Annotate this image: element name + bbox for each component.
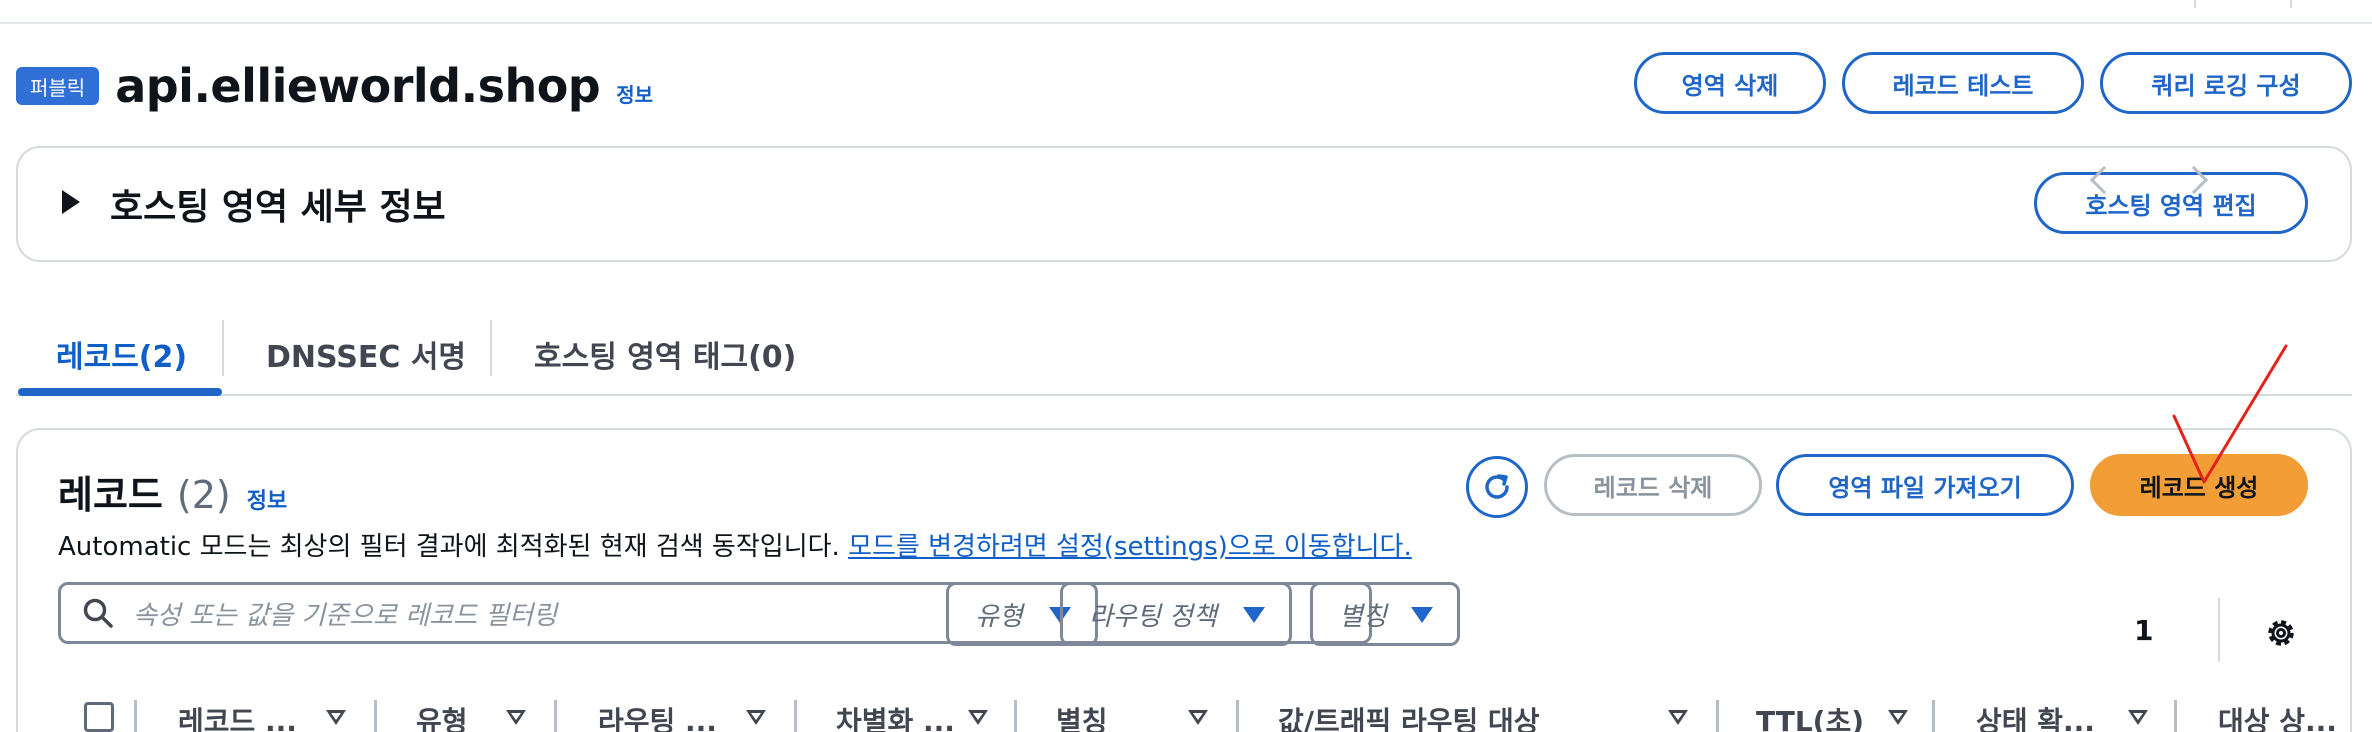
column-header-health-check[interactable]: 상태 확... bbox=[1976, 700, 2095, 732]
column-header-record-name[interactable]: 레코드 ... bbox=[178, 700, 297, 732]
column-header-evaluate-target[interactable]: 대상 상... bbox=[2218, 700, 2337, 732]
edit-hosted-zone-button[interactable]: 호스팅 영역 편집 bbox=[2034, 172, 2308, 234]
column-separator bbox=[2174, 700, 2177, 732]
refresh-button[interactable] bbox=[1466, 456, 1528, 518]
routing-policy-filter-select[interactable]: 라우팅 정책 bbox=[1060, 582, 1292, 646]
settings-link[interactable]: 모드를 변경하려면 설정(settings)으로 이동합니다. bbox=[848, 532, 1412, 562]
info-link[interactable]: 정보 bbox=[616, 79, 653, 108]
column-header-type[interactable]: 유형 bbox=[416, 700, 468, 732]
column-separator bbox=[1014, 700, 1017, 732]
column-separator bbox=[374, 700, 377, 732]
alias-filter-label: 별칭 bbox=[1339, 601, 1387, 632]
records-title: 레코드 bbox=[58, 473, 163, 517]
sort-icon[interactable] bbox=[506, 710, 526, 725]
column-separator bbox=[1236, 700, 1239, 732]
column-header-ttl[interactable]: TTL(초) bbox=[1756, 700, 1864, 732]
page-title: api.ellieworld.shop bbox=[115, 59, 601, 113]
records-count: (2) bbox=[176, 473, 231, 517]
column-separator bbox=[794, 700, 797, 732]
sort-icon[interactable] bbox=[1888, 710, 1908, 725]
dropdown-icon bbox=[1243, 607, 1265, 623]
hosted-zone-details-panel: 호스팅 영역 세부 정보 bbox=[16, 146, 2352, 262]
settings-gear-icon[interactable] bbox=[2262, 614, 2300, 652]
details-panel-title[interactable]: 호스팅 영역 세부 정보 bbox=[110, 178, 446, 230]
column-header-alias[interactable]: 별칭 bbox=[1056, 700, 1108, 732]
search-mode-text: Automatic 모드는 최상의 필터 결과에 최적화된 현재 검색 동작입니… bbox=[58, 532, 840, 562]
column-separator bbox=[134, 700, 137, 732]
page-number[interactable]: 1 bbox=[2134, 614, 2153, 647]
routing-policy-filter-label: 라우팅 정책 bbox=[1089, 601, 1217, 632]
sort-icon[interactable] bbox=[746, 710, 766, 725]
tab-separator bbox=[490, 320, 492, 376]
delete-zone-button[interactable]: 영역 삭제 bbox=[1634, 52, 1826, 114]
alias-filter-select[interactable]: 별칭 bbox=[1310, 582, 1460, 646]
sort-icon[interactable] bbox=[2128, 710, 2148, 725]
sort-icon[interactable] bbox=[1668, 710, 1688, 725]
sort-icon[interactable] bbox=[968, 710, 988, 725]
tab-dnssec[interactable]: DNSSEC 서명 bbox=[266, 328, 466, 380]
delete-record-button[interactable]: 레코드 삭제 bbox=[1544, 454, 1762, 516]
sort-icon[interactable] bbox=[1188, 710, 1208, 725]
tab-separator bbox=[222, 320, 224, 376]
query-logging-button[interactable]: 쿼리 로깅 구성 bbox=[2100, 52, 2352, 114]
test-record-button[interactable]: 레코드 테스트 bbox=[1842, 52, 2084, 114]
type-filter-label: 유형 bbox=[975, 601, 1023, 632]
search-mode-description: Automatic 모드는 최상의 필터 결과에 최적화된 현재 검색 동작입니… bbox=[58, 526, 1412, 563]
top-divider-tick bbox=[2194, 0, 2196, 8]
column-separator bbox=[1932, 700, 1935, 732]
page-header: 퍼블릭 api.ellieworld.shop 정보 bbox=[16, 58, 653, 114]
search-placeholder: 속성 또는 값을 기준으로 레코드 필터링 bbox=[133, 600, 558, 631]
visibility-badge: 퍼블릭 bbox=[16, 67, 100, 105]
refresh-icon bbox=[1485, 474, 1509, 499]
search-icon bbox=[83, 598, 113, 628]
active-tab-indicator bbox=[18, 388, 222, 396]
column-header-value[interactable]: 값/트래픽 라우팅 대상 bbox=[1278, 700, 1540, 732]
tab-hosted-zone-tags[interactable]: 호스팅 영역 태그(0) bbox=[534, 328, 796, 380]
expand-caret-icon[interactable] bbox=[62, 190, 80, 214]
column-header-routing-policy[interactable]: 라우팅 ... bbox=[598, 700, 717, 732]
column-header-differentiator[interactable]: 차별화 ... bbox=[836, 700, 955, 732]
top-divider bbox=[0, 0, 2372, 24]
records-heading: 레코드 (2) 정보 bbox=[58, 464, 287, 519]
top-divider-tick bbox=[2290, 0, 2292, 8]
select-all-checkbox[interactable] bbox=[84, 702, 114, 732]
column-separator bbox=[554, 700, 557, 732]
import-zone-file-button[interactable]: 영역 파일 가져오기 bbox=[1776, 454, 2074, 516]
pager-separator bbox=[2218, 598, 2220, 662]
tab-records[interactable]: 레코드(2) bbox=[56, 328, 187, 380]
records-info-link[interactable]: 정보 bbox=[247, 483, 287, 515]
dropdown-icon bbox=[1411, 607, 1433, 623]
sort-icon[interactable] bbox=[326, 710, 346, 725]
tab-bar: 레코드(2) DNSSEC 서명 호스팅 영역 태그(0) bbox=[16, 316, 2352, 396]
column-separator bbox=[1716, 700, 1719, 732]
create-record-button[interactable]: 레코드 생성 bbox=[2090, 454, 2308, 516]
